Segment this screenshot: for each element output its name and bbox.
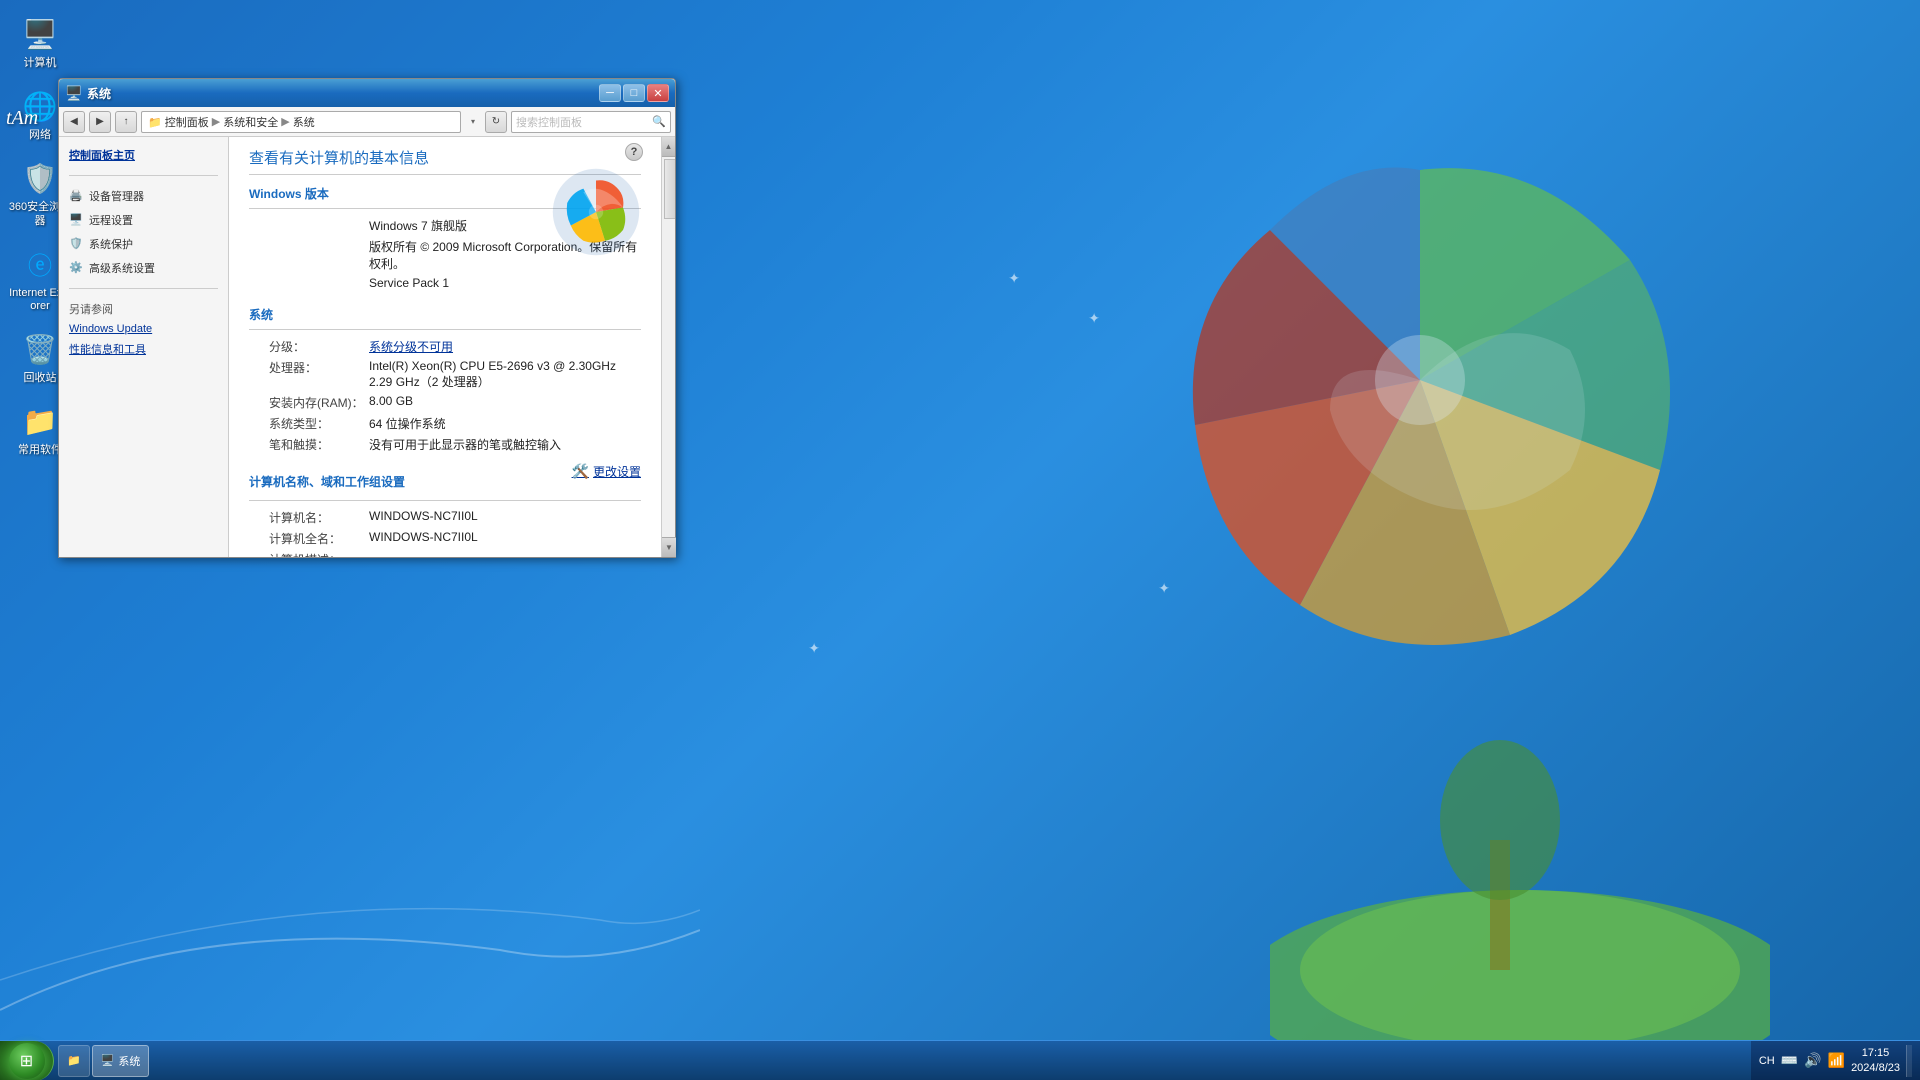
forward-button[interactable]: ▶ <box>89 111 111 133</box>
scroll-up[interactable]: ▲ <box>662 137 675 157</box>
tray-network-icon: 🔊 <box>1804 1052 1821 1069</box>
taskbar-explorer[interactable]: 📁 <box>58 1045 90 1077</box>
taskbar-tray: CH ⌨️ 🔊 📶 17:15 2024/8/23 <box>1751 1041 1920 1080</box>
path-item-3[interactable]: 系统 <box>293 114 315 130</box>
maximize-button[interactable]: □ <box>623 84 645 102</box>
sidebar-home-link[interactable]: 控制面板主页 <box>59 145 228 167</box>
advanced-icon: ⚙️ <box>69 261 83 275</box>
system-type-row: 系统类型： 64 位操作系统 <box>249 415 641 432</box>
desktop-curve <box>0 830 700 1030</box>
window-icon: 🖥️ <box>65 85 81 101</box>
processor-row: 处理器： Intel(R) Xeon(R) CPU E5-2696 v3 @ 2… <box>249 359 641 390</box>
sidebar-item-advanced[interactable]: ⚙️ 高级系统设置 <box>59 256 228 280</box>
computer-name-value: WINDOWS-NC7II0L <box>369 509 641 523</box>
device-manager-icon: 🖨️ <box>69 189 83 203</box>
computer-name-row: 计算机名： WINDOWS-NC7II0L <box>249 509 641 526</box>
sidebar-item-protection[interactable]: 🛡️ 系统保护 <box>59 232 228 256</box>
processor-value: Intel(R) Xeon(R) CPU E5-2696 v3 @ 2.30GH… <box>369 359 641 390</box>
windows-logo <box>551 167 641 257</box>
computer-fullname-row: 计算机全名： WINDOWS-NC7II0L <box>249 530 641 547</box>
also-see-label: 另请参阅 <box>59 297 228 321</box>
desktop-scenery <box>1270 640 1770 1040</box>
window-body: 控制面板主页 🖨️ 设备管理器 🖥️ 远程设置 🛡️ 系统保护 ⚙️ 高级系统设… <box>59 137 675 557</box>
sidebar-item-device-manager[interactable]: 🖨️ 设备管理器 <box>59 184 228 208</box>
search-box[interactable]: 搜索控制面板 🔍 <box>511 111 671 133</box>
start-button[interactable] <box>0 1041 54 1080</box>
tray-clock[interactable]: 17:15 2024/8/23 <box>1851 1046 1900 1075</box>
performance-link[interactable]: 性能信息和工具 <box>59 339 228 361</box>
window-title: 系统 <box>87 85 599 102</box>
tray-volume-icon: 📶 <box>1828 1052 1845 1069</box>
service-pack: Service Pack 1 <box>369 276 641 290</box>
help-button[interactable]: ? <box>625 143 643 161</box>
scroll-down[interactable]: ▼ <box>662 537 675 557</box>
path-item-2[interactable]: 系统和安全 <box>223 114 278 130</box>
back-button[interactable]: ◀ <box>63 111 85 133</box>
refresh-button[interactable]: ↻ <box>485 111 507 133</box>
close-button[interactable]: ✕ <box>647 84 669 102</box>
desktop-wallpaper-logo <box>1120 80 1720 680</box>
system-divider <box>249 329 641 330</box>
sidebar-item-remote[interactable]: 🖥️ 远程设置 <box>59 208 228 232</box>
main-content: ? <box>229 137 661 557</box>
sparkle-2: ✦ <box>1008 270 1020 287</box>
pen-touch-row: 笔和触摸： 没有可用于此显示器的笔或触控输入 <box>249 436 641 453</box>
start-orb[interactable] <box>9 1043 45 1079</box>
windows-update-link[interactable]: Windows Update <box>59 321 228 339</box>
ram-value: 8.00 GB <box>369 394 641 408</box>
sparkle-4: ✦ <box>808 640 820 657</box>
sparkle-3: ✦ <box>1158 580 1170 597</box>
computer-desc-row: 计算机描述： <box>249 551 641 557</box>
remote-icon: 🖥️ <box>69 213 83 227</box>
desktop-icon-computer[interactable]: 🖥️ 计算机 <box>4 10 76 74</box>
tray-keyboard-icon: ⌨️ <box>1781 1052 1798 1069</box>
sparkle-1: ✦ <box>1088 310 1100 327</box>
system-window: 🖥️ 系统 ─ □ ✕ ◀ ▶ ↑ 📁 控制面板 ▶ 系统和安全 ▶ 系统 ▾ … <box>58 78 676 558</box>
rating-value[interactable]: 系统分级不可用 <box>369 338 641 355</box>
sidebar: 控制面板主页 🖨️ 设备管理器 🖥️ 远程设置 🛡️ 系统保护 ⚙️ 高级系统设… <box>59 137 229 557</box>
address-path[interactable]: 📁 控制面板 ▶ 系统和安全 ▶ 系统 <box>141 111 461 133</box>
tray-lang[interactable]: CH <box>1759 1055 1775 1067</box>
change-settings-icon: 🛠️ <box>572 463 589 480</box>
change-settings-link[interactable]: 🛠️ 更改设置 <box>572 463 641 480</box>
scroll-thumb[interactable] <box>664 159 675 219</box>
scrollbar[interactable]: ▲ ▼ <box>661 137 675 557</box>
desktop-folder-text: tAm <box>6 107 38 130</box>
window-titlebar: 🖥️ 系统 ─ □ ✕ <box>59 79 675 107</box>
taskbar-system[interactable]: 🖥️ 系统 <box>92 1045 150 1077</box>
computer-fullname-value: WINDOWS-NC7II0L <box>369 530 641 544</box>
pen-touch-value: 没有可用于此显示器的笔或触控输入 <box>369 436 641 453</box>
service-pack-row: Service Pack 1 <box>249 276 641 290</box>
computer-name-divider <box>249 500 641 501</box>
minimize-button[interactable]: ─ <box>599 84 621 102</box>
rating-row: 分级： 系统分级不可用 <box>249 338 641 355</box>
computer-name-header: 计算机名称、域和工作组设置 <box>249 473 572 490</box>
system-header: 系统 <box>249 306 641 323</box>
tray-show-desktop[interactable] <box>1906 1045 1912 1077</box>
address-bar: ◀ ▶ ↑ 📁 控制面板 ▶ 系统和安全 ▶ 系统 ▾ ↻ 搜索控制面板 🔍 <box>59 107 675 137</box>
desktop: ✦ ✦ ✦ ✦ 🖥️ 计算机 🌐 网络 🛡️ 360安全浏览器 ⓔ Intern… <box>0 0 1920 1080</box>
window-controls: ─ □ ✕ <box>599 84 669 102</box>
protection-icon: 🛡️ <box>69 237 83 251</box>
system-type-value: 64 位操作系统 <box>369 415 641 432</box>
ram-row: 安装内存(RAM)： 8.00 GB <box>249 394 641 411</box>
taskbar: 📁 🖥️ 系统 CH ⌨️ 🔊 📶 17:15 2024/8/23 <box>0 1040 1920 1080</box>
up-button[interactable]: ↑ <box>115 111 137 133</box>
path-dropdown[interactable]: ▾ <box>465 111 481 133</box>
taskbar-items: 📁 🖥️ 系统 <box>54 1045 1751 1077</box>
path-item-1[interactable]: 📁 控制面板 <box>148 114 209 130</box>
